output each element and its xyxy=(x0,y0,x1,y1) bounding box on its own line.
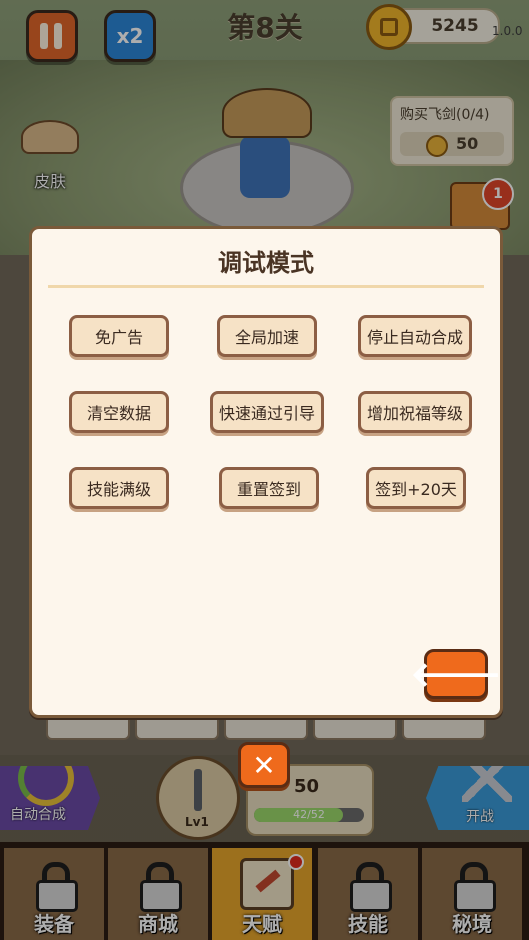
close-button[interactable]: ✕ xyxy=(238,742,290,788)
back-button[interactable]: 🡐 xyxy=(410,649,502,699)
max-skills-button[interactable]: 技能满级 xyxy=(69,467,169,509)
add-blessing-level-button[interactable]: 增加祝福等级 xyxy=(358,391,472,433)
debug-modal: 调试模式 免广告 全局加速 停止自动合成 清空数据 快速通过引导 增加祝福等级 … xyxy=(29,226,503,718)
arrow-left-icon: 🡐 xyxy=(410,654,502,695)
checkin-plus-20-button[interactable]: 签到+20天 xyxy=(366,467,466,509)
reset-checkin-button[interactable]: 重置签到 xyxy=(219,467,319,509)
modal-title: 调试模式 xyxy=(218,249,314,277)
no-ads-button[interactable]: 免广告 xyxy=(69,315,169,357)
clear-data-button[interactable]: 清空数据 xyxy=(69,391,169,433)
close-icon: ✕ xyxy=(252,748,276,782)
stop-auto-merge-button[interactable]: 停止自动合成 xyxy=(358,315,472,357)
title-divider xyxy=(48,285,484,288)
global-speedup-button[interactable]: 全局加速 xyxy=(217,315,317,357)
skip-tutorial-button[interactable]: 快速通过引导 xyxy=(210,391,324,433)
